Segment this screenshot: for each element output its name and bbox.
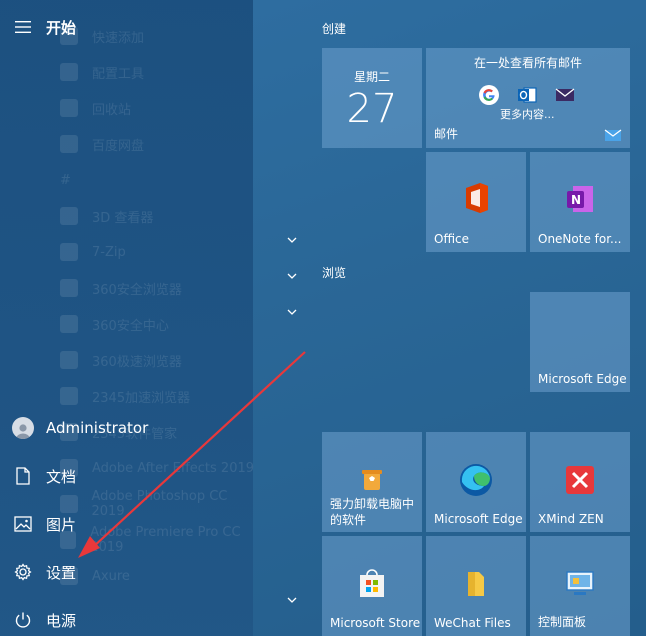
- avatar: [12, 417, 34, 439]
- wechat-files-tile[interactable]: WeChat Files: [426, 536, 526, 636]
- onenote-tile[interactable]: N OneNote for...: [530, 152, 630, 252]
- document-icon: [16, 467, 30, 485]
- store-tile[interactable]: Microsoft Store: [322, 536, 422, 636]
- list-item[interactable]: 3D 查看器: [60, 198, 260, 234]
- pictures-button[interactable]: 图片: [0, 500, 253, 548]
- power-label: 电源: [46, 611, 77, 630]
- xmind-tile[interactable]: XMind ZEN: [530, 432, 630, 532]
- power-icon: [15, 612, 31, 628]
- store-label: Microsoft Store: [330, 616, 421, 630]
- calendar-weekday: 星期二: [353, 70, 390, 84]
- recycle-bin-icon: [362, 470, 382, 490]
- mail-account-icons: [478, 84, 576, 106]
- group-label-create[interactable]: 创建: [322, 20, 346, 37]
- xmind-icon: [566, 466, 594, 494]
- list-item[interactable]: 360安全中心: [60, 306, 260, 342]
- edge-tile[interactable]: Microsoft Edge: [426, 432, 526, 532]
- mail-label: 邮件: [434, 127, 459, 141]
- hamburger-menu-button[interactable]: [0, 21, 46, 33]
- control-panel-icon: [566, 571, 594, 595]
- list-item[interactable]: #: [60, 162, 260, 198]
- user-account-button[interactable]: Administrator: [0, 404, 253, 452]
- folder-icon: [60, 279, 78, 297]
- list-item[interactable]: 回收站: [60, 90, 260, 126]
- folder-icon: [60, 315, 78, 333]
- onenote-label: OneNote for...: [538, 232, 622, 246]
- edge-icon: [460, 464, 492, 496]
- start-header: 开始: [0, 10, 253, 44]
- svg-text:N: N: [571, 193, 581, 207]
- calendar-tile[interactable]: 星期二 27: [322, 48, 422, 148]
- user-name: Administrator: [46, 419, 149, 437]
- power-button[interactable]: 电源: [0, 596, 253, 636]
- edge-label-browse: Microsoft Edge: [538, 372, 627, 386]
- list-item[interactable]: 360安全浏览器: [60, 270, 260, 306]
- control-panel-tile[interactable]: 控制面板: [530, 536, 630, 636]
- chevron-down-icon[interactable]: [284, 268, 300, 284]
- picture-icon: [14, 516, 32, 532]
- office-label: Office: [434, 232, 470, 246]
- app-icon: [60, 99, 78, 117]
- list-item[interactable]: 7-Zip: [60, 234, 260, 270]
- app-icon: [60, 387, 78, 405]
- edge-label: Microsoft Edge: [434, 512, 523, 526]
- office-icon: [466, 183, 488, 213]
- list-item[interactable]: 360极速浏览器: [60, 342, 260, 378]
- control-panel-label: 控制面板: [538, 615, 587, 629]
- settings-label: 设置: [46, 563, 77, 582]
- xmind-label: XMind ZEN: [538, 512, 604, 526]
- group-label-browse[interactable]: 浏览: [322, 264, 346, 281]
- uninstaller-tile[interactable]: 强力卸载电脑中 的软件: [322, 432, 422, 532]
- app-icon: [60, 207, 78, 225]
- wechat-files-label: WeChat Files: [434, 616, 511, 630]
- start-title: 开始: [46, 18, 77, 37]
- office-tile[interactable]: Office: [426, 152, 526, 252]
- mail-header: 在一处查看所有邮件: [473, 56, 582, 70]
- folder-icon: [468, 572, 484, 596]
- hamburger-icon: [15, 21, 31, 33]
- list-item[interactable]: 百度网盘: [60, 126, 260, 162]
- app-icon: [60, 63, 78, 81]
- calendar-date: 27: [346, 86, 398, 132]
- edge-tile-browse[interactable]: Microsoft Edge: [530, 292, 630, 392]
- app-icon: [60, 351, 78, 369]
- onenote-icon: N: [567, 186, 593, 212]
- documents-button[interactable]: 文档: [0, 452, 253, 500]
- mail-envelope-icon: [555, 88, 575, 101]
- chevron-down-icon[interactable]: [284, 304, 300, 320]
- folder-icon: [60, 243, 78, 261]
- google-icon: [479, 85, 499, 105]
- store-icon: [360, 569, 384, 597]
- documents-label: 文档: [46, 467, 77, 486]
- list-item[interactable]: 配置工具: [60, 54, 260, 90]
- settings-button[interactable]: 设置: [0, 548, 253, 596]
- pictures-label: 图片: [46, 515, 77, 534]
- rail-bottom-menu: Administrator 文档 图片 设置 电源: [0, 404, 253, 636]
- mail-more-text: 更多内容...: [500, 108, 555, 121]
- chevron-down-icon[interactable]: [284, 232, 300, 248]
- mail-tile[interactable]: 在一处查看所有邮件 更多内容... 邮件: [426, 48, 630, 148]
- outlook-icon: [518, 87, 537, 103]
- user-icon: [16, 424, 30, 439]
- chevron-down-icon[interactable]: [284, 592, 300, 608]
- uninstaller-label: 强力卸载电脑中 的软件: [330, 497, 415, 527]
- app-icon: [60, 135, 78, 153]
- start-left-rail: 快速添加 配置工具 回收站 百度网盘 # 3D 查看器 7-Zip 360安全浏…: [0, 0, 254, 636]
- mail-badge-icon: [604, 129, 622, 141]
- gear-icon: [14, 563, 32, 581]
